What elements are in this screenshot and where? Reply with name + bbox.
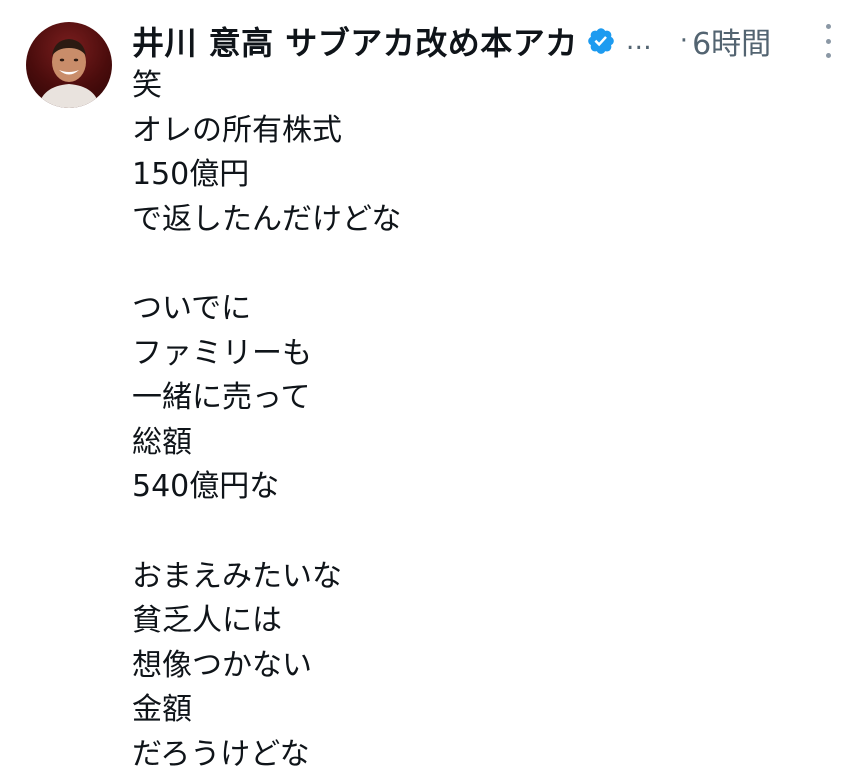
post-line: 540億円な — [132, 469, 280, 505]
more-dot — [825, 38, 831, 44]
tweet: 井川 意高 サブアカ改め本アカ … · 6時間 笑 オレの所有株式 150億円 … — [0, 0, 864, 775]
post-line: おまえみたいな — [132, 558, 342, 594]
post-line: ついでに — [132, 290, 252, 326]
post-body: 笑 オレの所有株式 150億円 で返したんだけどな ついでに ファミリーも 一緒… — [132, 64, 832, 778]
post-line: だろうけどな — [132, 736, 310, 772]
post-header: 井川 意高 サブアカ改め本アカ … · 6時間 — [132, 14, 844, 68]
post-line-blank — [132, 242, 832, 287]
name-truncation: … — [625, 26, 652, 56]
more-dot — [825, 53, 831, 58]
post-line: 想像つかない — [132, 647, 312, 683]
post-line: 貧乏人には — [132, 603, 282, 639]
post-line: ファミリーも — [132, 335, 312, 371]
more-vertical-icon[interactable] — [822, 24, 834, 58]
avatar[interactable] — [26, 22, 112, 108]
header-separator: · — [679, 26, 689, 56]
post-line: 笑 — [132, 68, 162, 103]
verified-badge-icon — [586, 26, 616, 56]
post-line: 総額 — [132, 424, 192, 460]
post-timestamp[interactable]: 6時間 — [692, 19, 771, 63]
post-line: 一緒に売って — [132, 380, 311, 416]
avatar-image — [38, 39, 100, 108]
more-dot — [825, 24, 831, 29]
post-line: で返したんだけどな — [132, 201, 402, 237]
post-line: オレの所有株式 — [132, 112, 342, 148]
post-line: 150億円 — [132, 157, 250, 193]
post-line: 金額 — [132, 692, 192, 728]
post-line-blank — [132, 510, 832, 555]
author-display-name[interactable]: 井川 意高 サブアカ改め本アカ — [132, 18, 578, 64]
